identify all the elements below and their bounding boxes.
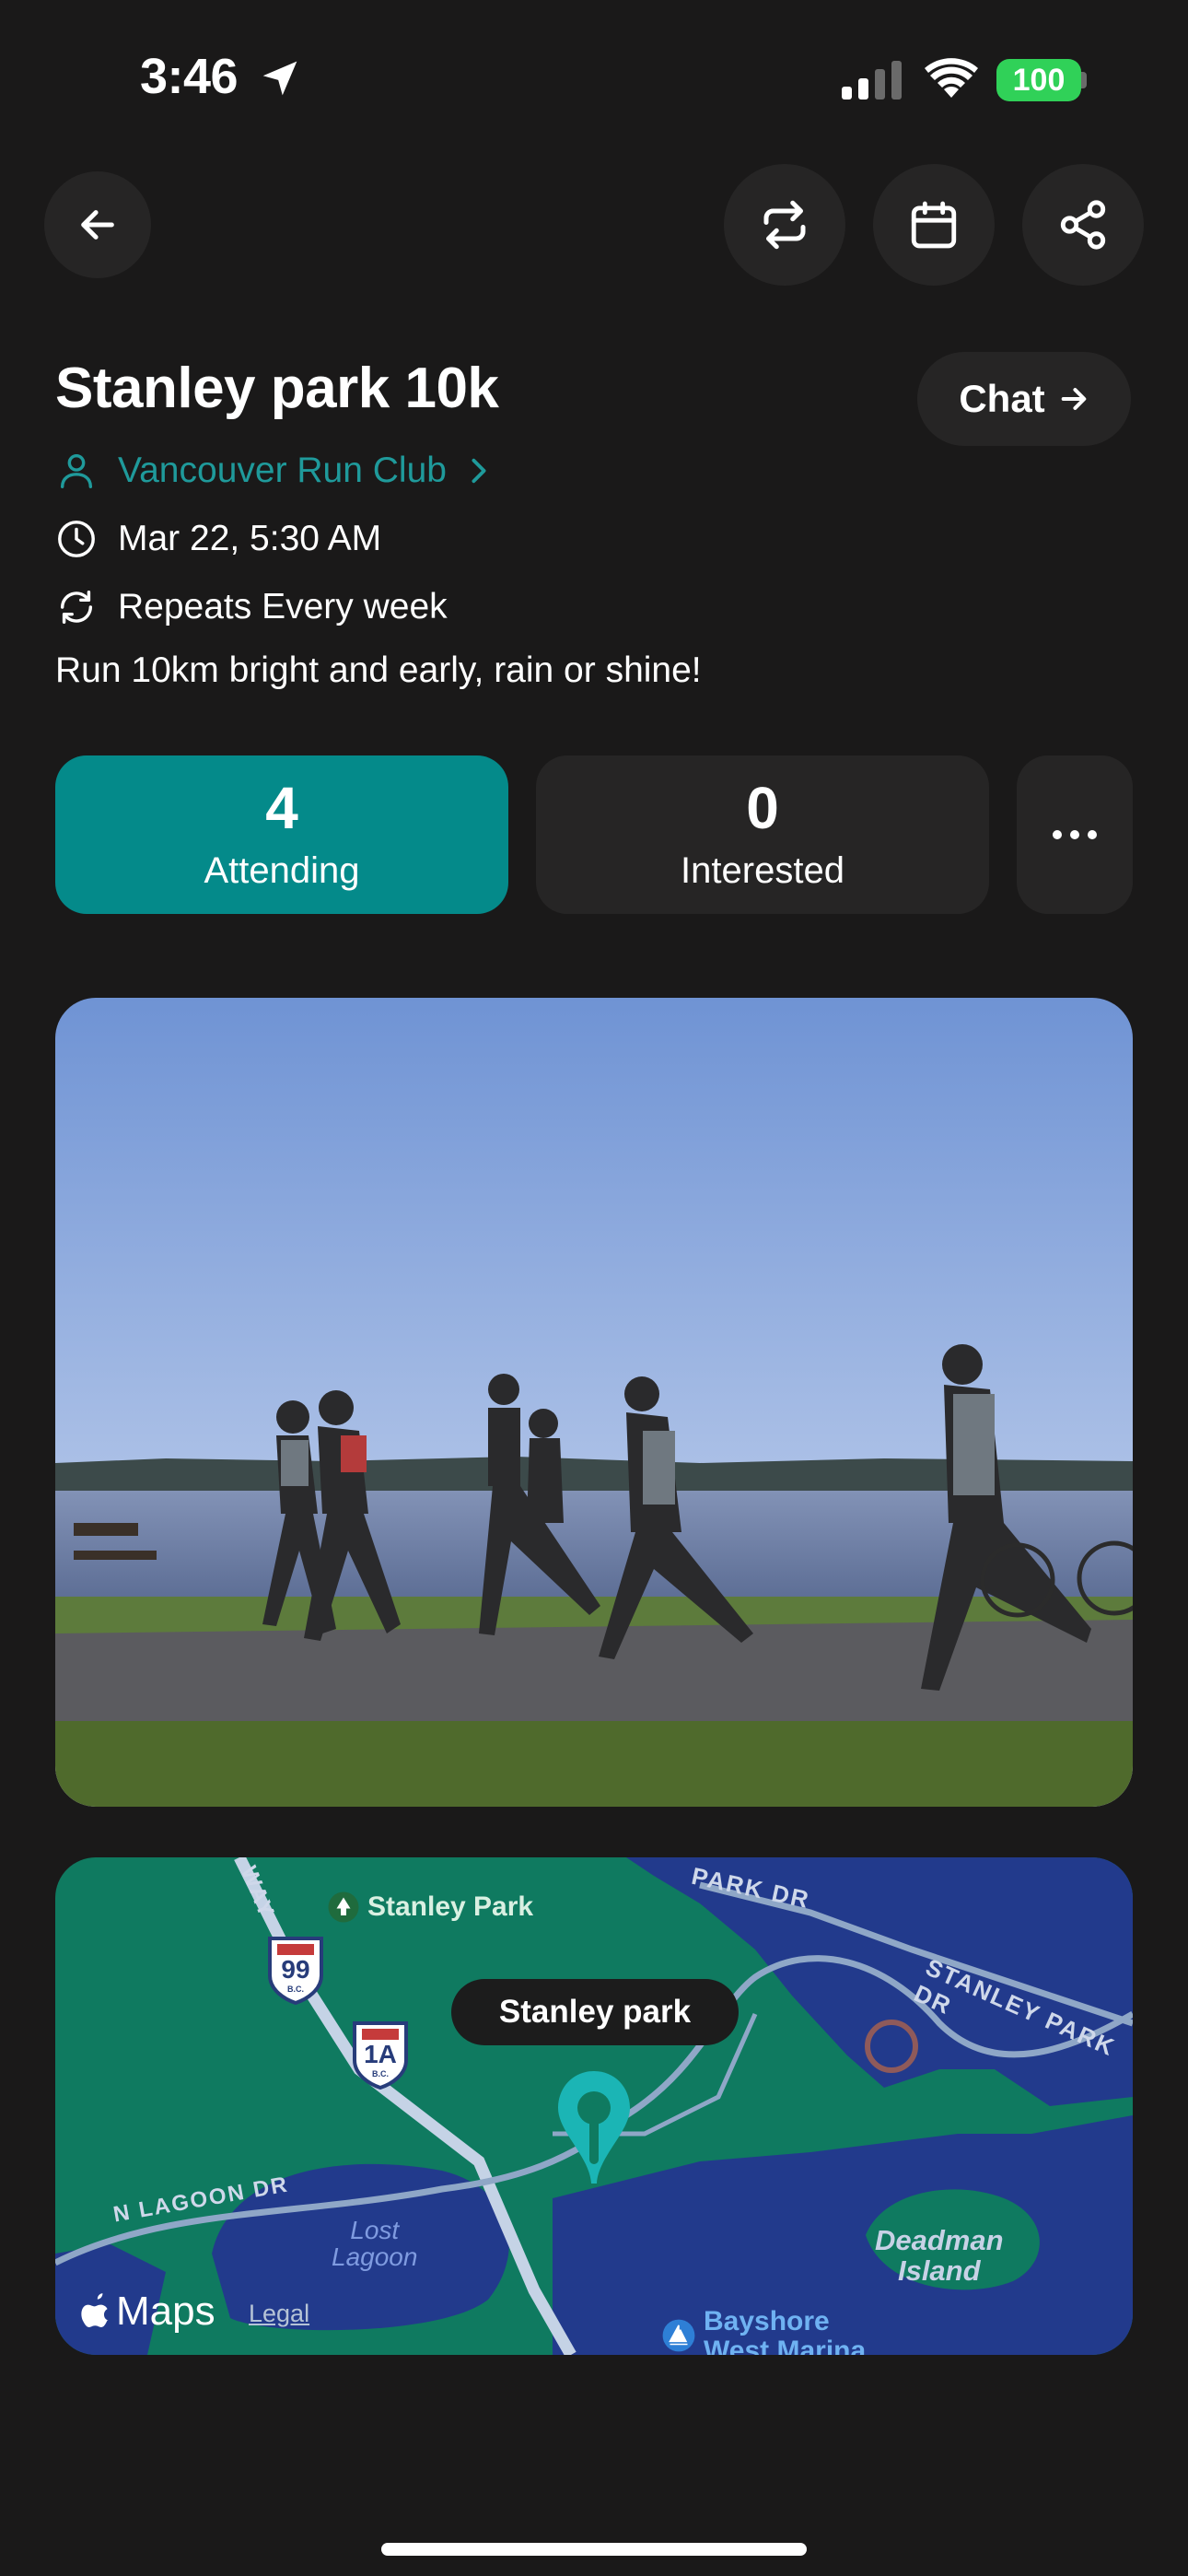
chat-button[interactable]: Chat	[917, 352, 1131, 446]
lost-lagoon-label: Lost Lagoon	[332, 2216, 418, 2272]
home-indicator[interactable]	[381, 2543, 807, 2556]
refresh-icon	[60, 590, 93, 625]
shield-99-bc: B.C.	[287, 1985, 304, 1994]
apple-logo-icon	[81, 2293, 109, 2327]
highway-shield-1a: 1A B.C.	[350, 2020, 411, 2090]
event-photo	[55, 998, 1133, 1807]
deadman-island-label: Deadman Island	[875, 2224, 1004, 2287]
cellular-signal-icon	[842, 61, 902, 100]
bayshore-marina-poi[interactable]: Bayshore West Marina	[661, 2307, 866, 2355]
back-arrow-icon	[81, 210, 114, 240]
event-datetime: Mar 22, 5:30 AM	[118, 519, 382, 558]
bayshore-label-2: West Marina	[704, 2335, 867, 2355]
shield-1a-bc: B.C.	[372, 2069, 389, 2078]
interested-count: 0	[746, 774, 779, 841]
maps-brand-label: Maps	[116, 2289, 215, 2334]
repeat-icon	[763, 200, 806, 250]
location-arrow-icon	[262, 61, 297, 96]
chevron-right-icon	[472, 458, 486, 484]
calendar-icon	[911, 201, 957, 249]
map-pin-icon[interactable]	[553, 2067, 635, 2187]
interested-label: Interested	[681, 849, 844, 891]
event-repeat: Repeats Every week	[118, 587, 448, 626]
share-icon	[1060, 200, 1106, 250]
attending-count: 4	[265, 774, 298, 841]
stanley-park-poi[interactable]: Stanley Park	[327, 1891, 533, 1924]
more-options-button[interactable]	[1017, 755, 1133, 914]
map-pin-label: Stanley park	[451, 1979, 739, 2045]
calendar-button[interactable]	[873, 164, 995, 286]
attending-label: Attending	[204, 849, 360, 891]
person-icon	[60, 453, 93, 488]
event-description: Run 10km bright and early, rain or shine…	[55, 650, 702, 690]
attending-button[interactable]: 4 Attending	[55, 755, 508, 914]
interested-button[interactable]: 0 Interested	[536, 755, 989, 914]
datetime-row: Mar 22, 5:30 AM	[55, 518, 381, 560]
ellipsis-icon	[1053, 830, 1097, 839]
club-name: Vancouver Run Club	[118, 451, 447, 490]
tree-icon	[328, 1891, 359, 1923]
repeat-row: Repeats Every week	[55, 586, 448, 628]
wifi-icon	[925, 58, 978, 98]
event-title: Stanley park 10k	[55, 357, 499, 420]
chat-label: Chat	[959, 377, 1045, 420]
map-legal-link[interactable]: Legal	[249, 2300, 309, 2328]
sailboat-icon	[662, 2319, 695, 2352]
arrow-right-icon	[1061, 388, 1086, 410]
shield-99-number: 99	[281, 1955, 310, 1984]
share-button[interactable]	[1022, 164, 1144, 286]
status-time: 3:46	[140, 49, 239, 104]
club-link[interactable]: Vancouver Run Club	[55, 450, 491, 492]
battery-indicator: 100	[996, 59, 1081, 101]
highway-shield-99: 99 B.C.	[265, 1935, 326, 2006]
apple-maps-logo: Maps	[81, 2289, 215, 2335]
shield-1a-number: 1A	[364, 2040, 397, 2068]
stanley-park-poi-label: Stanley Park	[367, 1891, 534, 1922]
bayshore-label-1: Bayshore	[704, 2306, 830, 2336]
repeat-button[interactable]	[724, 164, 845, 286]
battery-cap	[1081, 72, 1087, 88]
back-button[interactable]	[44, 171, 151, 278]
event-map[interactable]: WAY PARK DR STANLEY PARK DR N LAGOON DR …	[55, 1857, 1133, 2355]
clock-icon	[58, 521, 95, 557]
